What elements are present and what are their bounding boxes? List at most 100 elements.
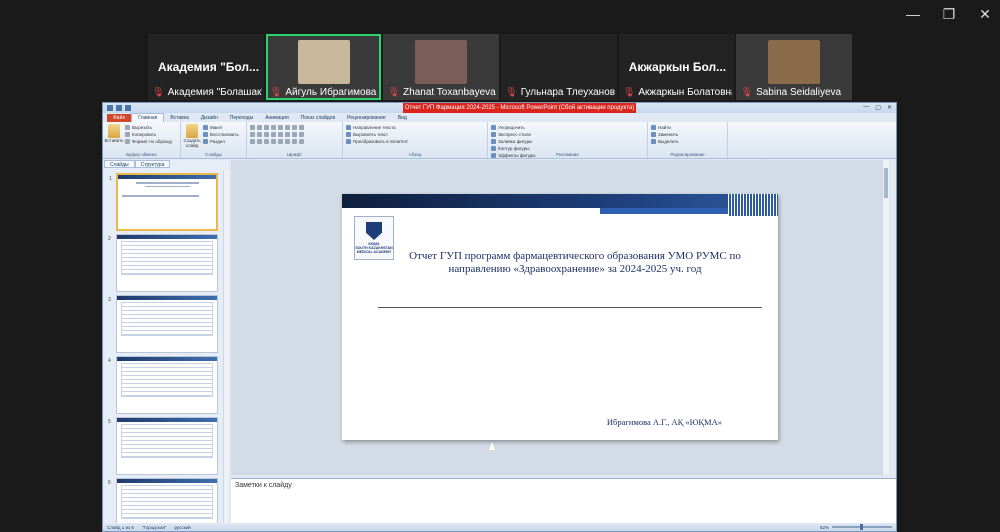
slide-author[interactable]: Ибрагимова А.Г., АҚ «ЮҚМА» [607, 417, 722, 427]
ppt-restore-icon[interactable]: ▢ [875, 104, 881, 111]
scroll-thumb[interactable] [884, 168, 888, 198]
ribbon-group-name: Шрифт [287, 152, 302, 157]
format-icon[interactable] [299, 125, 304, 130]
participant-name: Гульнара Тлеуханов... [520, 87, 615, 98]
thumb-header [117, 235, 217, 239]
thumb-table [121, 485, 213, 519]
slide-thumbnail[interactable]: 2 [108, 234, 218, 292]
redo-icon[interactable] [125, 105, 131, 111]
ribbon-command[interactable]: Упорядочить [491, 124, 536, 131]
format-icon[interactable] [271, 125, 276, 130]
participant-tile[interactable]: Академия "Бол... 🎙Академия "Болашак"... [148, 34, 264, 100]
ribbon-command[interactable]: Заливка фигуры [491, 138, 536, 145]
participant-tile[interactable]: 🎙 Sabina Seidaliyeva [736, 34, 853, 100]
ribbon-command[interactable]: Формат по образцу [125, 138, 172, 145]
command-label: Вырезать [132, 125, 153, 130]
ribbon-command[interactable]: Выделить [651, 138, 679, 145]
zoom-level[interactable]: 62% [820, 525, 829, 530]
slide-thumbnail[interactable]: 5 [108, 417, 218, 475]
ribbon-command[interactable]: Восстановить [203, 131, 239, 138]
ribbon-tab[interactable]: Анимация [259, 114, 294, 122]
command-label: Формат по образцу [132, 139, 173, 144]
ribbon-tab[interactable]: Файл [107, 114, 132, 122]
ribbon-command[interactable]: Вырезать [125, 124, 172, 131]
format-icon[interactable] [285, 139, 290, 144]
participant-name: Zhanat Toxanbayeva ... [403, 87, 498, 98]
ribbon-tab[interactable]: Вставка [164, 114, 195, 122]
ribbon-command[interactable]: Раздел [203, 138, 239, 145]
ribbon-group-name: Абзац [408, 152, 422, 157]
ribbon-tab[interactable]: Дизайн [195, 114, 224, 122]
zoom-slider[interactable] [832, 524, 892, 530]
save-icon[interactable] [107, 105, 113, 111]
command-label: Преобразовать в SmartArt [353, 139, 408, 144]
ribbon-big-button[interactable]: Вставить [104, 124, 124, 145]
slide-thumbnail[interactable]: 1 [109, 173, 218, 231]
slide-thumbnail[interactable]: 3 [108, 295, 218, 353]
thumb-header [117, 296, 217, 300]
participant-tile[interactable]: 🎙 Айгуль Ибрагимова [265, 34, 382, 100]
participant-tile[interactable]: 🎙 Zhanat Toxanbayeva ... [383, 34, 500, 100]
panel-scrollbar[interactable] [223, 170, 229, 523]
format-icon[interactable] [264, 132, 269, 137]
ribbon-command[interactable]: Найти [651, 124, 679, 131]
format-icon[interactable] [299, 132, 304, 137]
current-slide[interactable]: ЮҚМА SOUTH KAZAKHSTAN MEDICAL ACADEMY От… [342, 194, 778, 440]
participant-tile[interactable]: Акжаркын Бол... 🎙 Акжаркын Болатовна [618, 34, 735, 100]
format-icon[interactable] [292, 125, 297, 130]
edit-scrollbar[interactable] [882, 160, 889, 475]
format-icon[interactable] [250, 132, 255, 137]
ribbon-command[interactable]: Экспресс-стили [491, 131, 536, 138]
ribbon-command[interactable]: Контур фигуры [491, 145, 536, 152]
ppt-close-icon[interactable]: ✕ [887, 104, 892, 111]
command-icon [491, 146, 496, 151]
format-icon[interactable] [285, 132, 290, 137]
command-icon [346, 125, 351, 130]
ribbon-tab[interactable]: Рецензирование [341, 114, 392, 122]
ribbon-command[interactable]: Выровнять текст [346, 131, 408, 138]
tab-outline[interactable]: Структура [134, 160, 171, 168]
mic-muted-icon: 🎙 [740, 87, 754, 98]
ribbon-command[interactable]: Преобразовать в SmartArt [346, 138, 408, 145]
ribbon-command[interactable]: Заменить [651, 131, 679, 138]
format-icon[interactable] [271, 132, 276, 137]
ribbon-tab[interactable]: Главная [131, 113, 165, 122]
format-icon[interactable] [292, 132, 297, 137]
format-icon[interactable] [250, 139, 255, 144]
format-icon[interactable] [257, 125, 262, 130]
participant-tile[interactable]: 🎙 Гульнара Тлеуханов... [501, 34, 617, 100]
format-icon[interactable] [264, 125, 269, 130]
format-icon[interactable] [257, 132, 262, 137]
ribbon-tab[interactable]: Вид [392, 114, 413, 122]
format-icon[interactable] [278, 139, 283, 144]
restore-icon[interactable]: ❐ [942, 6, 956, 23]
format-icon[interactable] [264, 139, 269, 144]
ribbon-tab[interactable]: Показ слайдов [295, 114, 341, 122]
format-icon[interactable] [278, 132, 283, 137]
ribbon-command[interactable]: Направление текста [346, 124, 408, 131]
minimize-icon[interactable]: — [906, 6, 920, 23]
format-icon[interactable] [271, 139, 276, 144]
slide-thumbnail[interactable]: 4 [108, 356, 218, 414]
ppt-minimize-icon[interactable]: — [863, 104, 869, 111]
ribbon-group: Упорядочить Экспресс-стили Заливка фигуры К… [488, 122, 648, 158]
slide-thumbnail[interactable]: 6 [108, 478, 218, 523]
ribbon-command[interactable]: Копировать [125, 131, 172, 138]
format-icon[interactable] [278, 125, 283, 130]
participant-video [297, 40, 350, 84]
format-icon[interactable] [285, 125, 290, 130]
status-bar: Слайд 1 из 6 "Городская" русский 62% [103, 523, 896, 531]
format-icon[interactable] [257, 139, 262, 144]
close-icon[interactable]: ✕ [978, 6, 992, 23]
tab-slides[interactable]: Слайды [104, 160, 135, 168]
ribbon-tab[interactable]: Переходы [224, 114, 259, 122]
undo-icon[interactable] [116, 105, 122, 111]
format-icon[interactable] [292, 139, 297, 144]
ribbon-group: Создать слайд Макет Восстановить Раздел Слай… [181, 122, 247, 158]
slide-title[interactable]: Отчет ГУП программ фармацевтического обр… [392, 250, 758, 276]
notes-pane[interactable]: Заметки к слайду [231, 478, 896, 523]
ribbon-big-button[interactable]: Создать слайд [183, 124, 201, 148]
ribbon-command[interactable]: Макет [203, 124, 239, 131]
format-icon[interactable] [299, 139, 304, 144]
format-icon[interactable] [250, 125, 255, 130]
